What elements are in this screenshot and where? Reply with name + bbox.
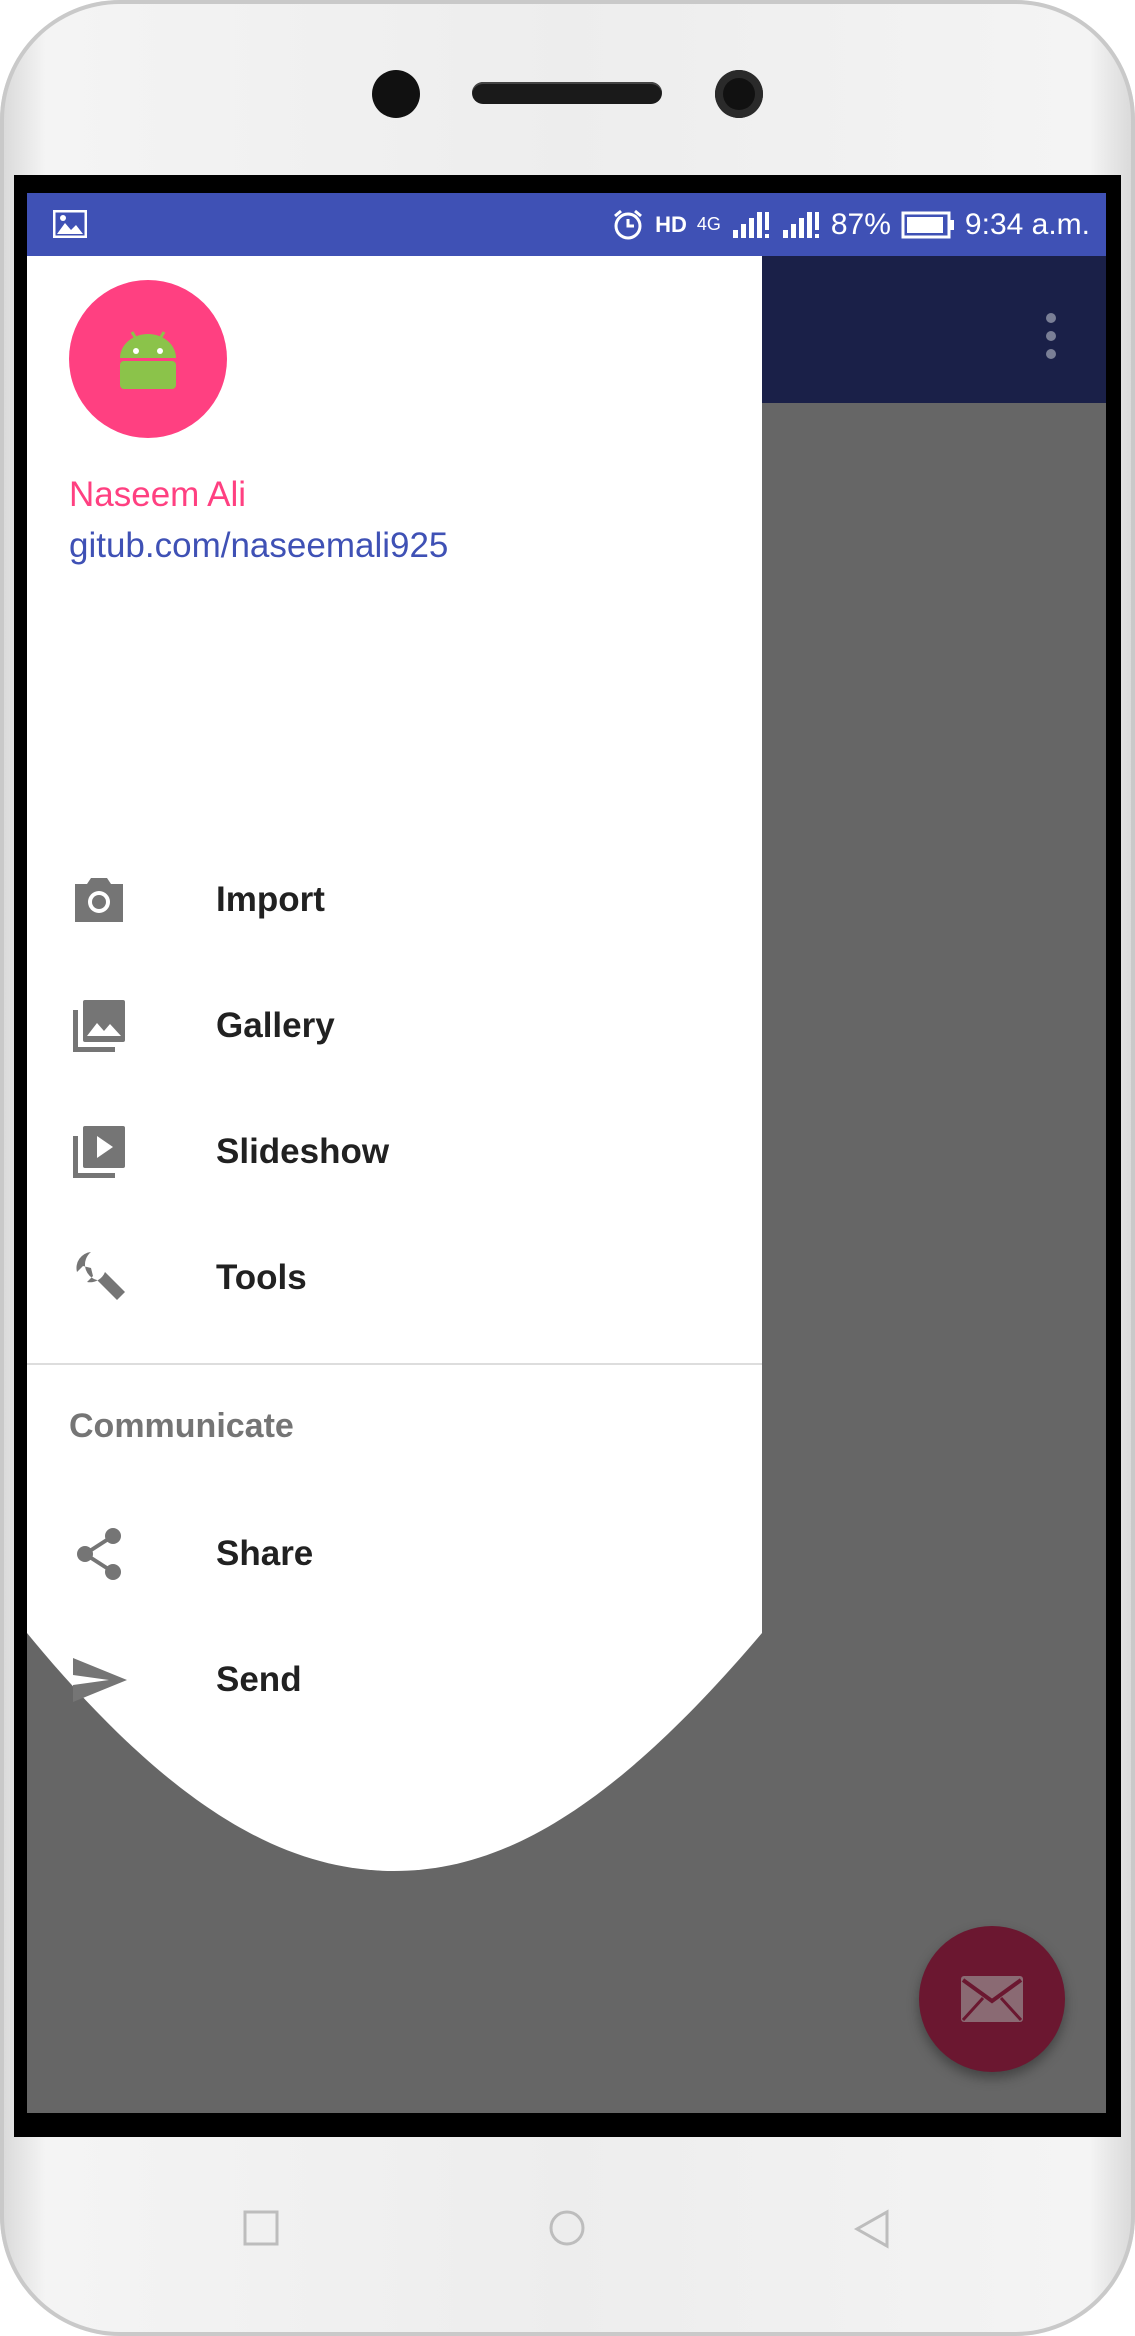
send-icon	[73, 1658, 127, 1702]
mail-icon	[961, 1976, 1023, 2022]
menu-item-send[interactable]: Send	[27, 1625, 762, 1735]
slideshow-icon	[73, 1126, 125, 1178]
menu-item-label: Import	[216, 880, 325, 919]
status-bar: HD 4G 87% 9:34 a.m.	[27, 193, 1106, 256]
share-icon	[77, 1528, 121, 1580]
image-icon	[53, 210, 87, 238]
home-icon[interactable]	[548, 2209, 586, 2247]
menu-item-label: Share	[216, 1534, 314, 1573]
menu-item-label: Gallery	[216, 1006, 335, 1045]
signal-icon	[732, 211, 769, 238]
back-icon[interactable]	[853, 2209, 891, 2249]
app-screen: HD 4G 87% 9:34 a.m. Naseem Ali gitub.com…	[27, 193, 1106, 2113]
menu-item-share[interactable]: Share	[27, 1499, 762, 1609]
avatar[interactable]	[69, 280, 227, 438]
menu-item-gallery[interactable]: Gallery	[27, 971, 762, 1081]
menu-item-import[interactable]: Import	[27, 845, 762, 955]
navigation-bar	[0, 2137, 1135, 2336]
front-camera	[715, 70, 763, 118]
section-header-communicate: Communicate	[69, 1407, 294, 1445]
user-name: Naseem Ali	[69, 475, 247, 514]
menu-item-label: Send	[216, 1660, 302, 1699]
navigation-drawer: Naseem Ali gitub.com/naseemali925 Import…	[27, 256, 762, 2113]
battery-icon	[901, 211, 954, 238]
clock: 9:34 a.m.	[964, 207, 1090, 241]
network-type: 4G	[696, 214, 721, 234]
camera-icon	[75, 878, 123, 922]
recents-icon[interactable]	[243, 2210, 279, 2246]
hd-label: HD	[655, 211, 687, 237]
menu-item-label: Slideshow	[216, 1132, 390, 1171]
battery-percent: 87%	[830, 207, 891, 241]
wrench-icon	[76, 1252, 125, 1300]
menu-item-slideshow[interactable]: Slideshow	[27, 1097, 762, 1207]
front-sensor	[372, 70, 420, 118]
overflow-menu-icon[interactable]	[1046, 313, 1058, 367]
earpiece-speaker	[472, 82, 662, 104]
gallery-icon	[73, 1000, 125, 1052]
user-profile-link[interactable]: gitub.com/naseemali925	[69, 526, 448, 566]
alarm-icon	[614, 209, 643, 239]
fab-mail-button[interactable]	[919, 1926, 1065, 2072]
menu-divider	[27, 1363, 762, 1365]
menu-item-tools[interactable]: Tools	[27, 1223, 762, 1333]
signal-icon-2	[782, 211, 819, 238]
android-icon	[120, 331, 176, 389]
menu-item-label: Tools	[216, 1258, 307, 1297]
phone-frame: HD 4G 87% 9:34 a.m. Naseem Ali gitub.com…	[0, 0, 1135, 2336]
